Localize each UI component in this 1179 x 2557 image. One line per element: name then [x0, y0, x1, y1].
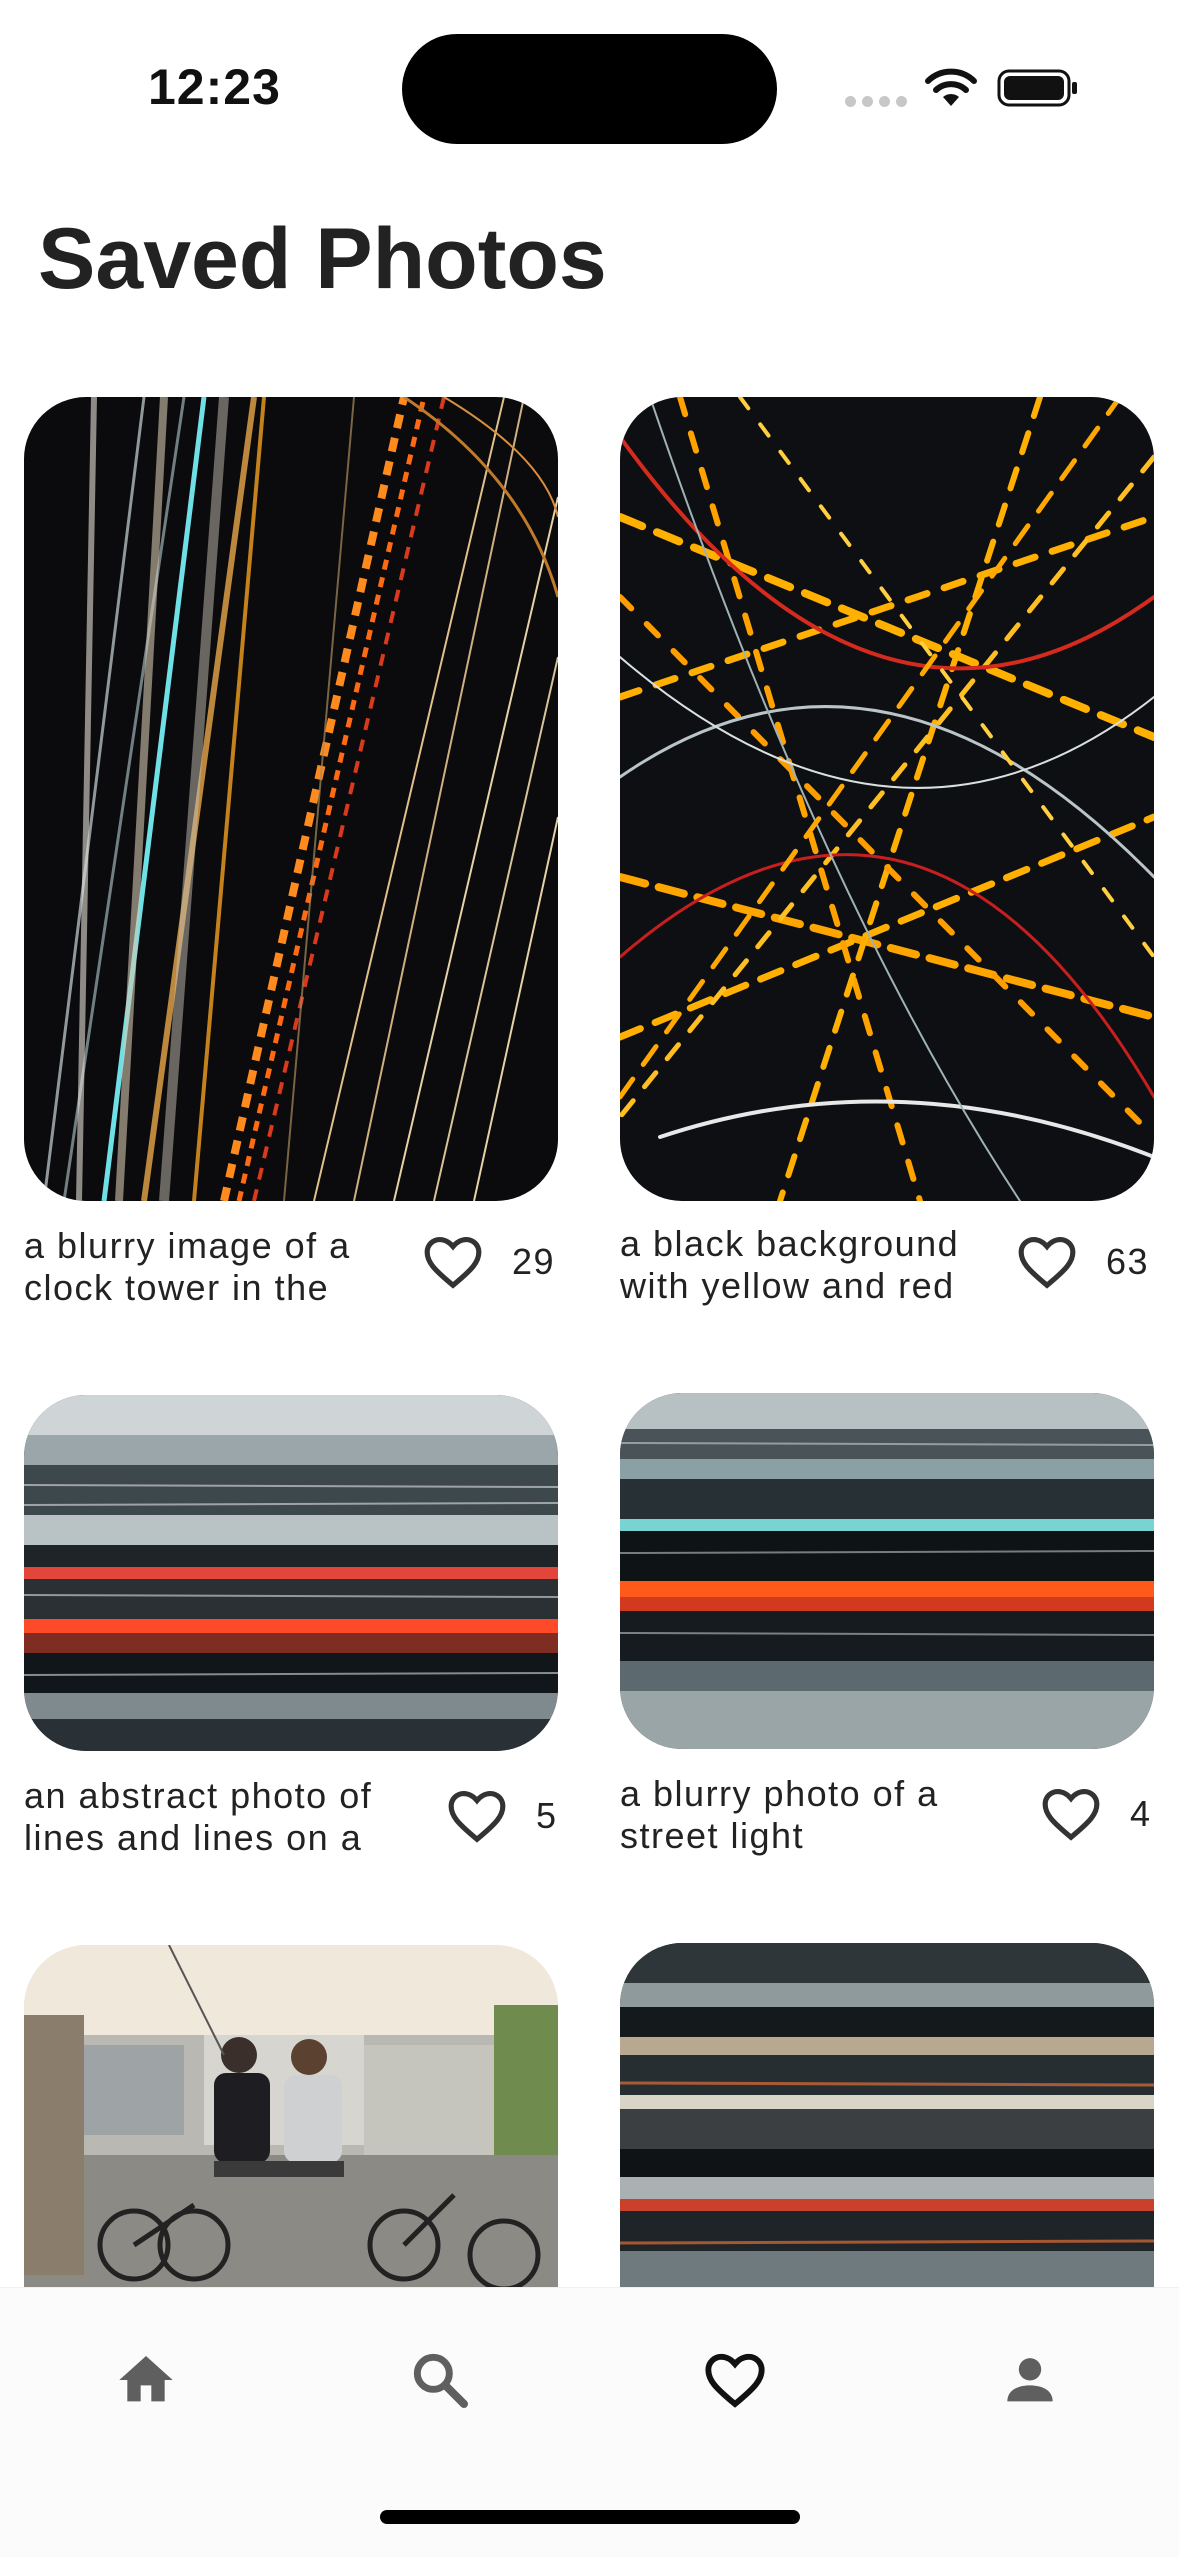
like-button[interactable]: 29 [422, 1233, 555, 1291]
photo-thumbnail[interactable] [620, 397, 1154, 1201]
photo-caption: a blurry image of a clock tower in the [24, 1225, 351, 1308]
status-time: 12:23 [148, 59, 281, 115]
home-indicator [380, 2510, 800, 2524]
heart-outline-icon[interactable] [1016, 1233, 1078, 1291]
photo-card[interactable]: a blurry photo of a street light 4 [620, 1393, 1154, 1873]
photo-card[interactable]: a blurry image of a clock tower in the 2… [24, 397, 558, 1317]
heart-outline-icon[interactable] [446, 1787, 508, 1845]
home-icon[interactable] [114, 2348, 178, 2412]
heart-icon[interactable] [703, 2348, 767, 2412]
photo-thumbnail[interactable] [24, 1395, 558, 1751]
heart-outline-icon[interactable] [1040, 1785, 1102, 1843]
page-title: Saved Photos [38, 211, 607, 307]
photo-card[interactable]: a black background with yellow and red 6… [620, 397, 1154, 1317]
cellular-signal-icon [845, 96, 907, 107]
person-icon[interactable] [998, 2348, 1062, 2412]
wifi-icon [925, 68, 977, 106]
like-count: 4 [1130, 1793, 1152, 1834]
like-button[interactable]: 4 [1040, 1785, 1152, 1843]
photo-card[interactable] [620, 1943, 1154, 2363]
photo-thumbnail[interactable] [620, 1393, 1154, 1749]
like-count: 29 [512, 1241, 556, 1282]
photo-thumbnail[interactable] [24, 397, 558, 1201]
search-icon[interactable] [408, 2348, 472, 2412]
like-button[interactable]: 63 [1016, 1233, 1149, 1291]
photo-caption: a blurry photo of a street light [620, 1773, 939, 1856]
like-button[interactable]: 5 [446, 1787, 558, 1845]
heart-outline-icon[interactable] [422, 1233, 484, 1291]
photo-caption: an abstract photo of lines and lines on … [24, 1775, 373, 1858]
battery-icon [997, 69, 1077, 107]
dynamic-island [402, 34, 777, 144]
like-count: 63 [1106, 1241, 1150, 1282]
like-count: 5 [536, 1795, 558, 1836]
photo-caption: a black background with yellow and red [620, 1223, 960, 1306]
photo-card[interactable]: an abstract photo of lines and lines on … [24, 1395, 558, 1875]
photo-card[interactable] [24, 1945, 558, 2365]
